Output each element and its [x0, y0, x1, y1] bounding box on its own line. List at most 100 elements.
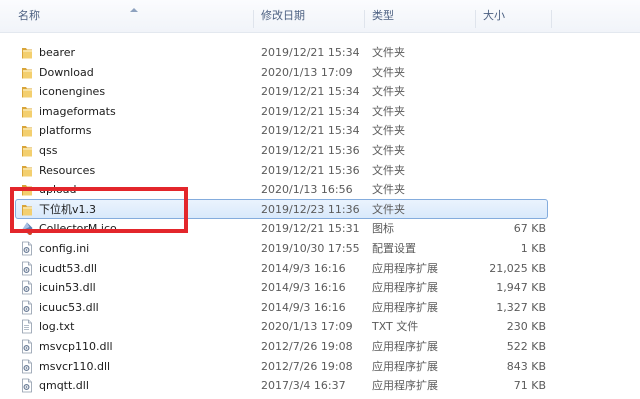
file-modified-date: 2014/9/3 16:16	[261, 300, 346, 314]
file-type: 文件夹	[372, 163, 405, 177]
file-row[interactable]: imageformats 2019/12/21 15:34 文件夹	[0, 102, 640, 121]
file-modified-date: 2012/7/26 19:08	[261, 340, 353, 353]
file-type: 应用程序扩展	[372, 300, 438, 314]
ico-file-icon	[22, 222, 33, 236]
file-row[interactable]: qss 2019/12/21 15:36 文件夹	[0, 141, 640, 160]
file-name: iconengines	[39, 85, 106, 99]
column-header-type[interactable]: 类型	[372, 0, 394, 32]
file-modified-date: 2019/12/21 15:31	[261, 222, 360, 236]
file-name: config.ini	[39, 242, 90, 255]
file-name: icuin53.dll	[39, 281, 96, 295]
txt-file-icon	[22, 319, 32, 334]
folder-icon	[22, 87, 32, 98]
file-type: 文件夹	[372, 144, 405, 157]
file-modified-date: 2014/9/3 16:16	[261, 281, 346, 295]
dll-file-icon	[22, 261, 32, 275]
file-row[interactable]: iconengines 2019/12/21 15:34 文件夹	[0, 82, 640, 101]
column-header-date[interactable]: 修改日期	[261, 0, 305, 32]
file-modified-date: 2014/9/3 16:16	[261, 261, 346, 275]
file-type: 文件夹	[372, 46, 405, 59]
file-row[interactable]: bearer 2019/12/21 15:34 文件夹	[0, 43, 640, 62]
file-row[interactable]: icuin53.dll 2014/9/3 16:16 应用程序扩展 1,947 KB	[0, 278, 640, 297]
file-modified-date: 2019/12/21 15:36	[261, 144, 360, 157]
file-size: 843 KB	[506, 359, 546, 373]
file-row[interactable]: msvcr110.dll 2012/7/26 19:08 应用程序扩展 843 KB	[0, 357, 640, 376]
file-type: TXT 文件	[372, 320, 419, 334]
dll-file-icon	[22, 280, 32, 295]
file-type: 图标	[372, 222, 394, 236]
folder-icon	[22, 146, 32, 157]
file-row[interactable]: Download 2020/1/13 17:09 文件夹	[0, 63, 640, 82]
file-name: Download	[39, 65, 94, 79]
file-size: 1,327 KB	[496, 300, 546, 314]
file-row[interactable]: Resources 2019/12/21 15:36 文件夹	[0, 161, 640, 180]
file-type: 应用程序扩展	[372, 281, 438, 295]
dll-file-icon	[22, 339, 32, 354]
file-modified-date: 2012/7/26 19:08	[261, 359, 353, 373]
file-name: imageformats	[39, 104, 116, 118]
file-name: log.txt	[39, 320, 75, 334]
file-type: 文件夹	[372, 104, 405, 118]
file-type: 文件夹	[372, 124, 405, 138]
ini-file-icon	[22, 241, 32, 256]
column-header-name[interactable]: 名称	[18, 0, 40, 32]
file-size: 230 KB	[506, 320, 546, 334]
file-modified-date: 2020/1/13 17:09	[261, 65, 353, 79]
folder-icon	[22, 48, 32, 59]
file-name: icuuc53.dll	[39, 300, 99, 314]
file-type: 文件夹	[372, 85, 405, 99]
column-header-size[interactable]: 大小	[483, 0, 505, 32]
dll-file-icon	[22, 359, 32, 373]
bottom-edge	[0, 393, 640, 399]
file-name: 下位机v1.3	[39, 202, 97, 216]
file-type: 文件夹	[372, 202, 405, 216]
file-size: 1 KB	[520, 242, 546, 255]
file-modified-date: 2020/1/13 17:09	[261, 320, 353, 334]
file-type: 应用程序扩展	[372, 261, 438, 275]
file-name: msvcr110.dll	[39, 359, 111, 373]
file-name: qss	[39, 144, 58, 157]
file-name: Resources	[39, 163, 96, 177]
file-size: 21,025 KB	[489, 261, 546, 275]
file-name: platforms	[39, 124, 92, 138]
file-row[interactable]: msvcp110.dll 2012/7/26 19:08 应用程序扩展 522 KB	[0, 337, 640, 356]
file-modified-date: 2020/1/13 16:56	[261, 183, 353, 197]
folder-icon	[22, 165, 32, 177]
file-name: upload	[39, 183, 77, 197]
file-modified-date: 2019/10/30 17:55	[261, 242, 360, 255]
column-divider[interactable]	[475, 10, 476, 28]
file-name: bearer	[39, 46, 76, 59]
file-modified-date: 2019/12/21 15:34	[261, 104, 360, 118]
file-type: 配置设置	[372, 242, 416, 255]
file-row[interactable]: upload 2020/1/13 16:56 文件夹	[0, 180, 640, 199]
file-modified-date: 2019/12/21 15:36	[261, 163, 360, 177]
file-row[interactable]: icuuc53.dll 2014/9/3 16:16 应用程序扩展 1,327 KB	[0, 298, 640, 317]
column-header-bar: 名称 修改日期 类型 大小	[0, 0, 640, 33]
file-type: 文件夹	[372, 183, 405, 197]
file-modified-date: 2019/12/21 15:34	[261, 124, 360, 138]
sort-ascending-icon	[130, 8, 138, 12]
file-type: 文件夹	[372, 65, 405, 79]
file-modified-date: 2019/12/23 11:36	[261, 202, 360, 216]
file-size: 522 KB	[506, 340, 546, 353]
folder-icon	[22, 126, 32, 137]
file-row[interactable]: CollectorM.ico 2019/12/21 15:31 图标 67 KB	[0, 219, 640, 238]
file-type: 应用程序扩展	[372, 359, 438, 373]
file-name: icudt53.dll	[39, 261, 97, 275]
folder-icon	[22, 204, 32, 216]
file-name: msvcp110.dll	[39, 340, 113, 353]
column-divider[interactable]	[253, 10, 254, 28]
file-row[interactable]: platforms 2019/12/21 15:34 文件夹	[0, 121, 640, 140]
file-type: 应用程序扩展	[372, 340, 438, 353]
file-modified-date: 2019/12/21 15:34	[261, 46, 360, 59]
dll-file-icon	[22, 378, 32, 393]
file-row[interactable]: icudt53.dll 2014/9/3 16:16 应用程序扩展 21,025 KB	[0, 259, 640, 278]
file-row[interactable]: config.ini 2019/10/30 17:55 配置设置 1 KB	[0, 239, 640, 258]
file-size: 67 KB	[513, 222, 546, 236]
folder-icon	[22, 67, 32, 79]
column-divider[interactable]	[364, 10, 365, 28]
file-row[interactable]: log.txt 2020/1/13 17:09 TXT 文件 230 KB	[0, 317, 640, 336]
column-divider[interactable]	[551, 10, 552, 28]
dll-file-icon	[22, 300, 32, 315]
file-row[interactable]: 下位机v1.3 2019/12/23 11:36 文件夹	[0, 198, 640, 219]
